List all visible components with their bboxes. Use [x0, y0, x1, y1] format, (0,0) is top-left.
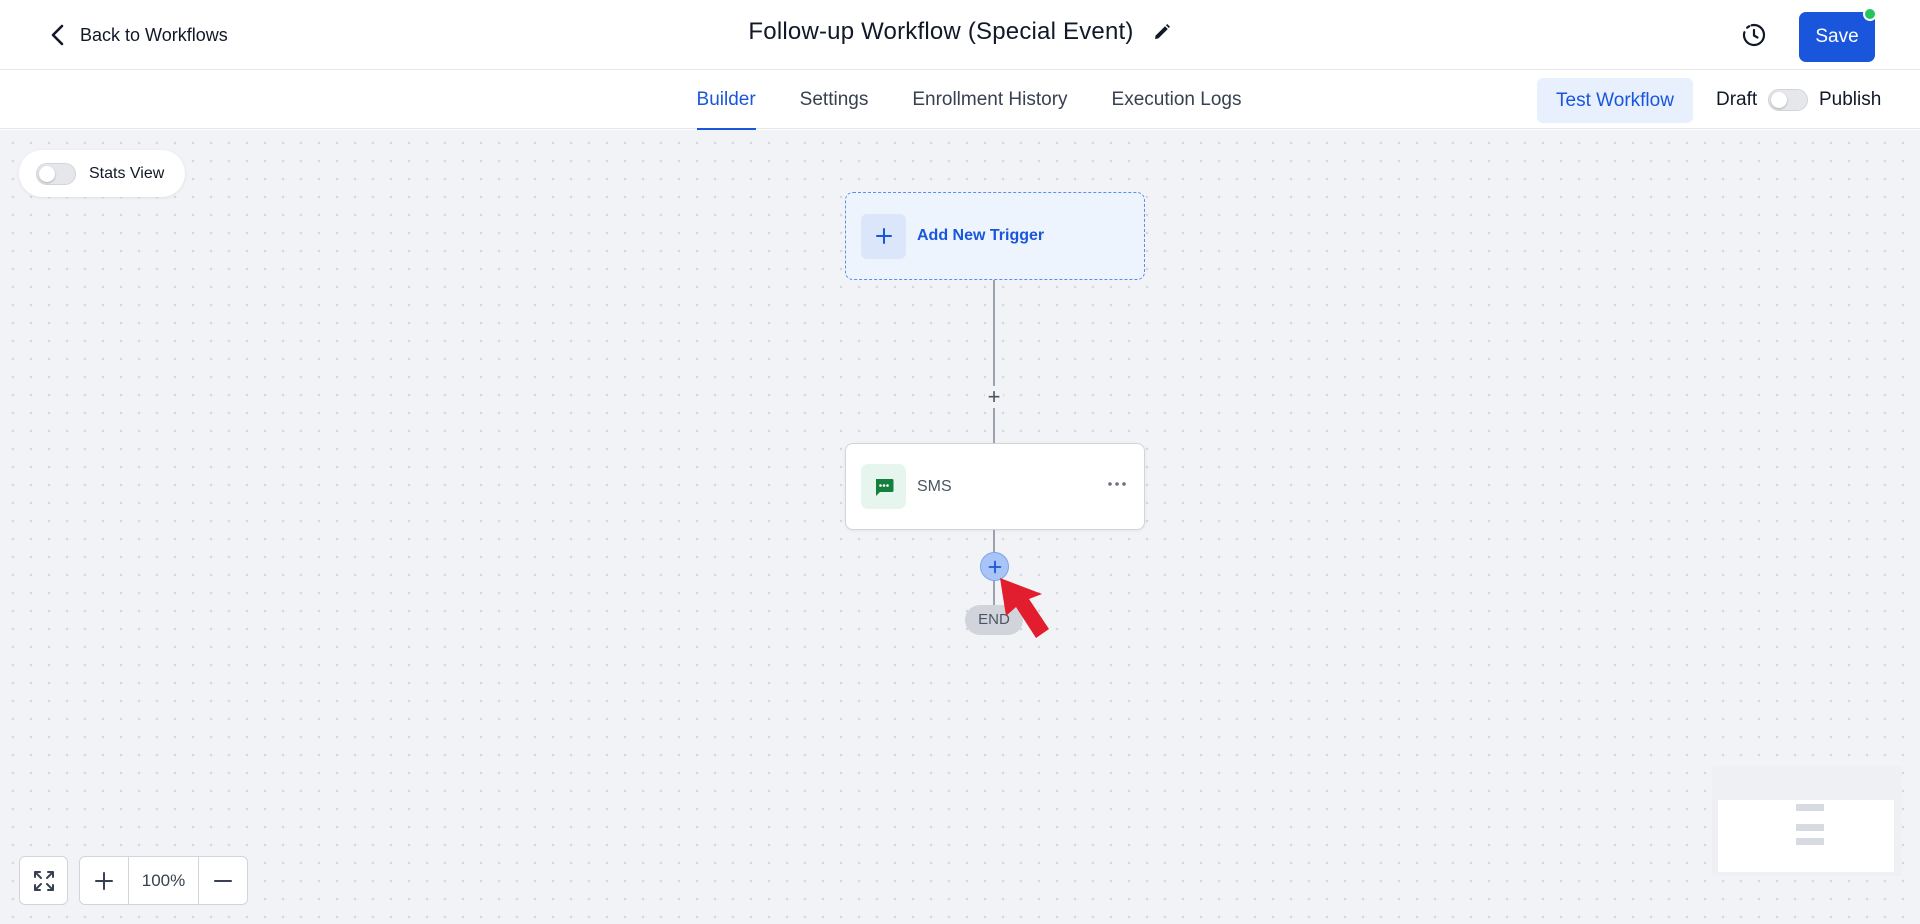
toggle-knob: [39, 165, 55, 182]
minimap-node: [1796, 824, 1824, 831]
zoom-controls: 100%: [79, 856, 248, 905]
save-button[interactable]: Save: [1799, 12, 1875, 62]
plus-icon: [861, 213, 906, 259]
workflow-title: Follow-up Workflow (Special Event): [748, 18, 1134, 45]
add-trigger-label: Add New Trigger: [917, 227, 1045, 244]
tab-bar: Builder Settings Enrollment History Exec…: [0, 70, 1920, 130]
tab-execution-logs[interactable]: Execution Logs: [1112, 70, 1242, 129]
minimap-node: [1796, 838, 1824, 845]
publish-toggle[interactable]: [1768, 89, 1808, 111]
test-workflow-button[interactable]: Test Workflow: [1537, 78, 1693, 123]
minus-icon: [214, 879, 232, 882]
publish-label: Publish: [1819, 89, 1882, 110]
chevron-left-icon: [51, 24, 64, 46]
minimap-node: [1796, 804, 1824, 811]
top-bar: Back to Workflows Follow-up Workflow (Sp…: [0, 0, 1920, 70]
toggle-knob: [1771, 92, 1787, 108]
sms-node-label: SMS: [917, 477, 952, 495]
pencil-icon[interactable]: [1152, 22, 1172, 42]
minimap[interactable]: [1712, 766, 1902, 876]
back-to-workflows-link[interactable]: Back to Workflows: [48, 22, 228, 48]
tab-builder[interactable]: Builder: [696, 70, 756, 130]
history-icon[interactable]: [1741, 22, 1767, 48]
stats-view-control: Stats View: [19, 150, 185, 197]
tab-settings[interactable]: Settings: [800, 70, 869, 129]
tab-enrollment-history[interactable]: Enrollment History: [912, 70, 1067, 129]
status-dot: [1863, 7, 1877, 21]
expand-icon: [33, 870, 54, 891]
sms-icon: [861, 464, 906, 509]
plus-icon: [95, 871, 113, 890]
zoom-in-button[interactable]: [80, 857, 128, 904]
add-trigger-node[interactable]: Add New Trigger: [845, 192, 1145, 280]
fit-view-button[interactable]: [19, 856, 68, 905]
zoom-level: 100%: [128, 857, 199, 904]
zoom-out-button[interactable]: [199, 857, 247, 904]
add-step-plus-button[interactable]: +: [985, 386, 1003, 408]
connector-line: [993, 280, 995, 443]
pointer-arrow-icon: [1000, 578, 1049, 638]
back-label: Back to Workflows: [80, 24, 228, 45]
sms-action-node[interactable]: SMS: [845, 443, 1145, 530]
stats-view-label: Stats View: [89, 164, 165, 182]
draft-label: Draft: [1716, 89, 1758, 110]
stats-view-toggle[interactable]: [36, 162, 76, 185]
more-options-icon[interactable]: [1106, 474, 1128, 494]
